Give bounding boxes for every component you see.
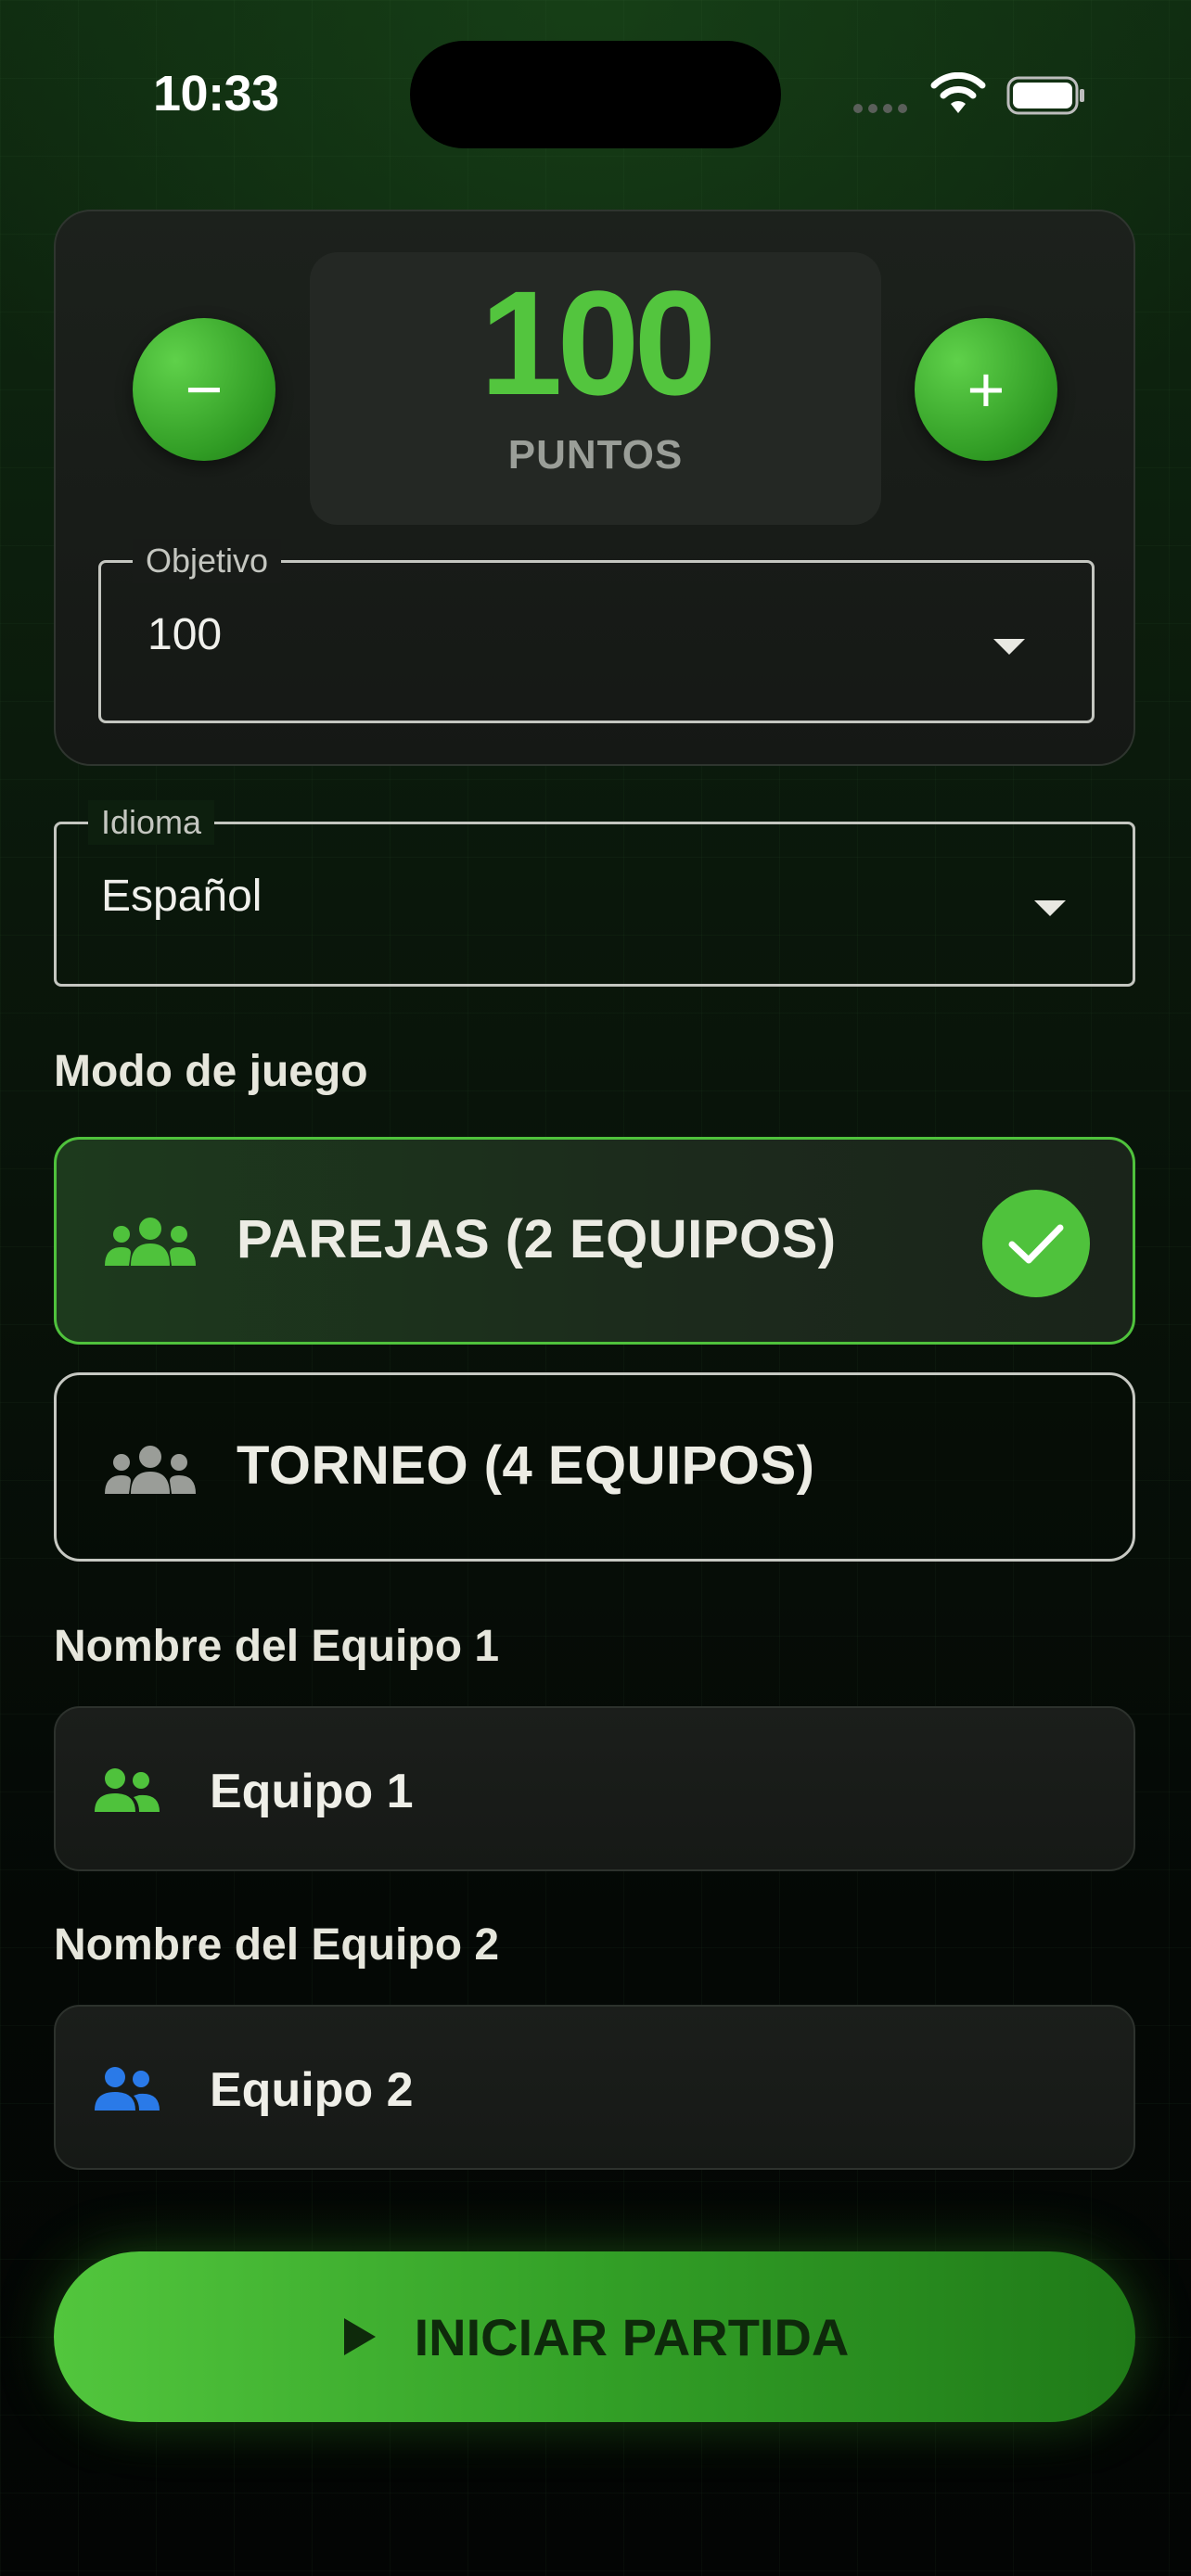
game-mode-heading: Modo de juego	[54, 1047, 368, 1096]
mode-option-label: TORNEO (4 EQUIPOS)	[237, 1435, 815, 1496]
team1-name-input[interactable]: Equipo 1	[54, 1706, 1135, 1871]
team2-heading: Nombre del Equipo 2	[54, 1920, 500, 1970]
start-game-label: INICIAR PARTIDA	[414, 2307, 850, 2366]
minus-icon: −	[185, 353, 224, 426]
increment-points-button[interactable]: +	[915, 318, 1057, 461]
decrement-points-button[interactable]: −	[133, 318, 275, 461]
dynamic-island	[410, 41, 781, 148]
idioma-label: Idioma	[88, 800, 215, 845]
plus-icon: +	[967, 353, 1005, 426]
people-icon	[95, 1768, 160, 1812]
people-icon	[95, 2067, 160, 2111]
team2-name-input[interactable]: Equipo 2	[54, 2005, 1135, 2170]
mode-option-torneo[interactable]: TORNEO (4 EQUIPOS)	[54, 1372, 1135, 1562]
start-game-button[interactable]: INICIAR PARTIDA	[54, 2251, 1135, 2422]
team2-name-value: Equipo 2	[210, 2063, 414, 2117]
idioma-select[interactable]: Idioma Español	[54, 800, 1135, 987]
objetivo-value: 100	[147, 610, 223, 659]
objetivo-label: Objetivo	[133, 539, 282, 583]
points-unit-label: PUNTOS	[507, 432, 684, 478]
selected-check-icon	[982, 1190, 1090, 1297]
mode-option-parejas[interactable]: PAREJAS (2 EQUIPOS)	[54, 1137, 1135, 1345]
cellular-signal-icon	[853, 104, 907, 113]
dropdown-arrow-icon	[1034, 900, 1066, 916]
team1-name-value: Equipo 1	[210, 1765, 414, 1818]
battery-icon	[1006, 76, 1084, 115]
play-icon	[343, 2318, 376, 2355]
status-time: 10:33	[153, 66, 279, 121]
team1-heading: Nombre del Equipo 1	[54, 1622, 500, 1671]
mode-option-label: PAREJAS (2 EQUIPOS)	[237, 1209, 837, 1269]
points-value: 100	[480, 260, 717, 426]
idioma-value: Español	[101, 872, 263, 921]
group-icon	[105, 1446, 196, 1494]
dropdown-arrow-icon	[993, 639, 1025, 655]
objetivo-select[interactable]: Objetivo 100	[98, 539, 1095, 723]
wifi-icon	[930, 72, 986, 113]
group-icon	[105, 1218, 196, 1266]
